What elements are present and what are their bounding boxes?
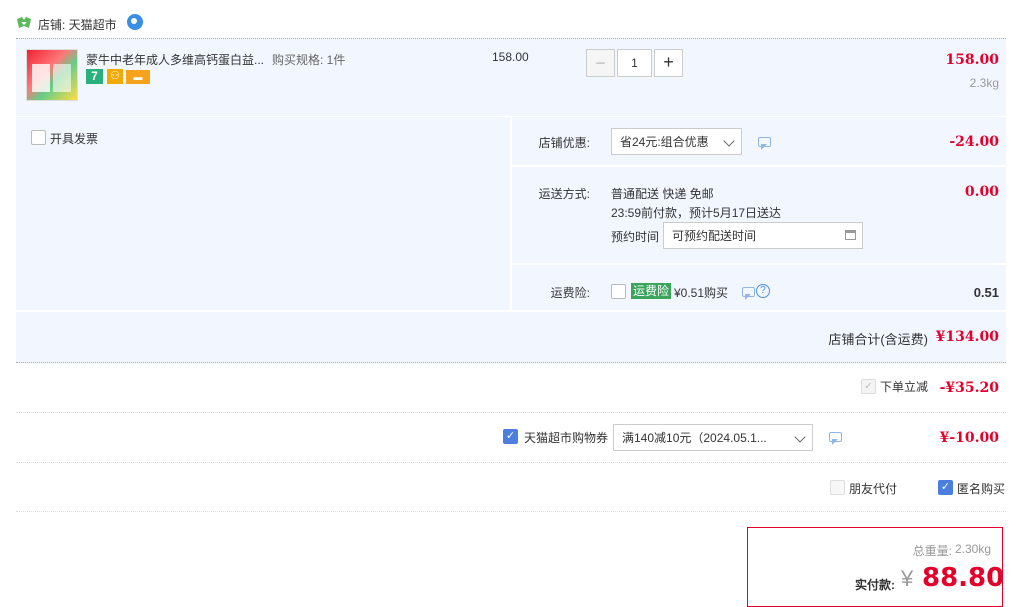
total-weight: 2.30kg bbox=[955, 542, 992, 556]
coupon-amount: ¥-10.00 bbox=[939, 430, 999, 446]
reserve-time-input[interactable]: 可预约配送时间 bbox=[663, 222, 863, 249]
delivery-eta: 23:59前付款，预计5月17日送达 bbox=[611, 206, 782, 220]
unit-price: 158.00 bbox=[492, 50, 529, 64]
insurance-label: 运费险: bbox=[550, 286, 590, 300]
store-icon bbox=[16, 16, 32, 30]
insurance-amount: 0.51 bbox=[973, 285, 999, 300]
shop-discount-amount: -24.00 bbox=[949, 134, 999, 150]
total-weight-label: 总重量: bbox=[912, 544, 952, 558]
coupon-select[interactable]: 满140减10元（2024.05.1... bbox=[613, 424, 813, 451]
help-icon[interactable]: ? bbox=[756, 284, 770, 298]
friend-pay-checkbox[interactable] bbox=[830, 480, 845, 495]
product-spec: 购买规格: 1件 bbox=[272, 53, 346, 67]
reserve-time-label: 预约时间 bbox=[611, 230, 660, 244]
quantity-input[interactable]: 1 bbox=[617, 49, 652, 77]
anonymous-label[interactable]: 匿名购买 bbox=[957, 480, 1005, 497]
divider bbox=[16, 511, 1006, 512]
shop-total-amount: ¥134.00 bbox=[935, 329, 999, 345]
pay-amount: 88.80 bbox=[922, 563, 1005, 593]
invoice-label[interactable]: 开具发票 bbox=[50, 130, 98, 147]
chevron-down-icon bbox=[723, 135, 735, 147]
insurance-tag: 运费险 bbox=[631, 283, 672, 299]
seven-day-return-icon: 7 bbox=[86, 69, 103, 84]
invoice-checkbox[interactable] bbox=[31, 130, 46, 145]
shop-total-label: 店铺合计(含运费) bbox=[828, 332, 928, 347]
guarantee-icon: ⚇ bbox=[107, 69, 123, 84]
chat-bubble-icon[interactable] bbox=[127, 14, 143, 30]
instant-discount-label: 下单立减 bbox=[880, 380, 929, 394]
pay-label: 实付款: bbox=[855, 578, 895, 592]
instant-discount-checkbox: ✓ bbox=[861, 379, 876, 394]
coupon-select-value: 满140减10元（2024.05.1... bbox=[622, 431, 767, 445]
divider bbox=[16, 412, 1006, 413]
shop-discount-select-value: 省24元:组合优惠 bbox=[620, 135, 709, 149]
insurance-checkbox[interactable] bbox=[611, 284, 626, 299]
shop-discount-label: 店铺优惠: bbox=[538, 136, 590, 150]
delivery-amount: 0.00 bbox=[964, 184, 999, 200]
coupon-checkbox[interactable]: ✓ bbox=[503, 429, 518, 444]
credit-card-icon: ▬ bbox=[126, 70, 150, 84]
message-icon[interactable] bbox=[742, 287, 755, 300]
shop-discount-select[interactable]: 省24元:组合优惠 bbox=[611, 128, 742, 155]
quantity-increase-button[interactable]: + bbox=[654, 49, 683, 77]
message-icon[interactable] bbox=[829, 432, 842, 445]
instant-discount-amount: -¥35.20 bbox=[939, 380, 999, 396]
friend-pay-label[interactable]: 朋友代付 bbox=[849, 480, 897, 497]
store-name[interactable]: 店铺: 天猫超市 bbox=[38, 16, 117, 33]
divider bbox=[16, 462, 1006, 463]
anonymous-checkbox[interactable]: ✓ bbox=[938, 480, 953, 495]
delivery-method: 普通配送 快递 免邮 bbox=[611, 187, 714, 201]
insurance-price: ¥0.51购买 bbox=[674, 286, 729, 300]
product-total: 158.00 bbox=[945, 52, 999, 68]
coupon-label[interactable]: 天猫超市购物券 bbox=[524, 429, 608, 446]
message-icon[interactable] bbox=[758, 137, 771, 150]
quantity-decrease-button[interactable]: − bbox=[586, 49, 615, 77]
currency-symbol: ¥ bbox=[901, 566, 914, 591]
chevron-down-icon bbox=[794, 431, 806, 443]
calendar-icon[interactable] bbox=[845, 230, 856, 240]
product-name[interactable]: 蒙牛中老年成人多维高钙蛋白益... bbox=[86, 51, 264, 68]
reserve-time-placeholder: 可预约配送时间 bbox=[672, 229, 757, 243]
delivery-label: 运送方式: bbox=[538, 187, 590, 201]
product-weight: 2.3kg bbox=[969, 76, 999, 90]
product-thumbnail[interactable] bbox=[26, 49, 78, 101]
